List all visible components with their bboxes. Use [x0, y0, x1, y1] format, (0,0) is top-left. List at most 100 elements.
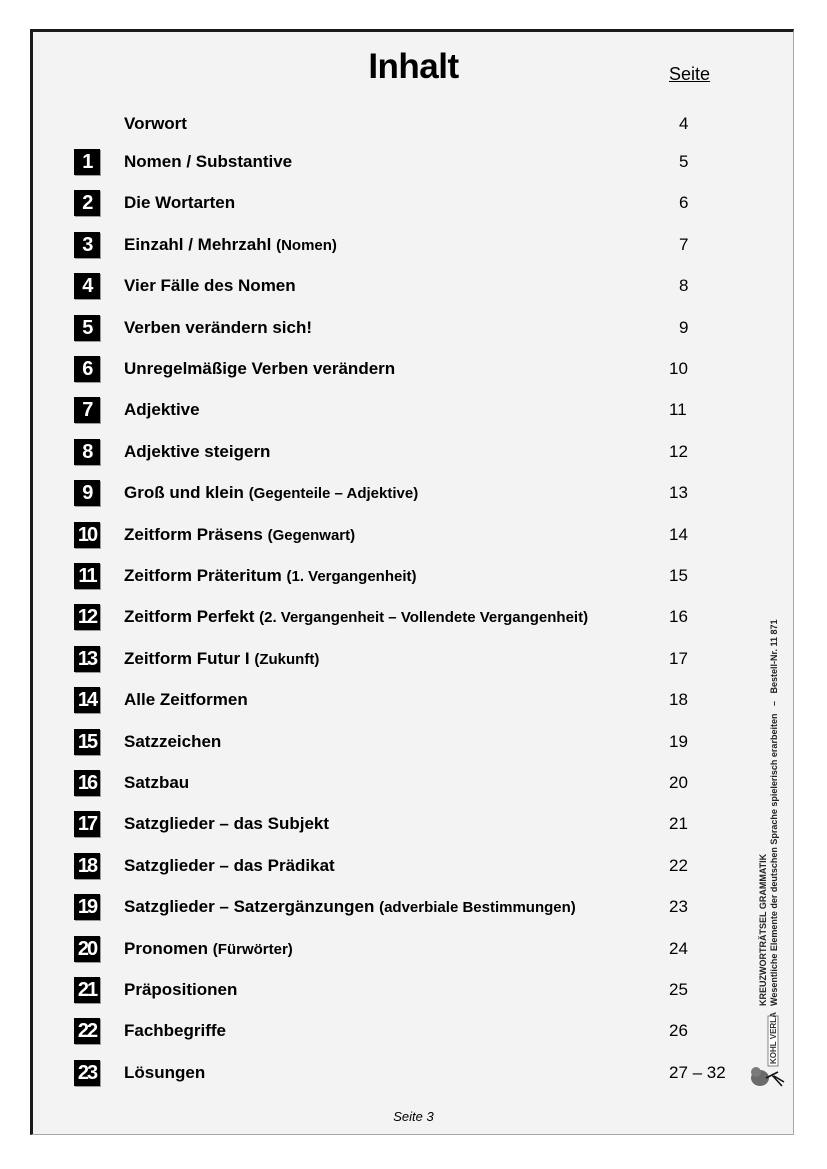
toc-entry-page: 20 [669, 773, 688, 792]
toc-row[interactable]: 1 Nomen / Substantive 5 [0, 149, 827, 177]
toc-entry-title: Satzglieder – das Subjekt [124, 814, 330, 834]
chapter-number-badge: 10 [74, 521, 100, 548]
toc-row[interactable]: 14 Alle Zeitformen 18 [0, 687, 827, 715]
toc-entry-title: Alle Zeitformen [124, 690, 248, 710]
chapter-number-badge: 13 [74, 645, 100, 672]
toc-entry-page: 16 [669, 607, 688, 627]
separator: – [769, 701, 779, 707]
toc-entry-subtitle: (Zukunft) [254, 650, 320, 668]
toc-entry-subtitle: (Gegenwart) [267, 526, 356, 544]
toc-entry-title-line: Pronomen (Fürwörter) [124, 939, 293, 960]
toc-entry-page: 18 [669, 690, 688, 710]
chapter-number-badge: 22 [74, 1018, 100, 1045]
toc-entry-title-line: Adjektive [124, 400, 200, 420]
toc-entry-page: 24 [669, 938, 688, 958]
toc-entry-title: Präpositionen [124, 980, 238, 999]
tree-icon: KOHL VERLAG [751, 1006, 785, 1087]
toc-entry-page: 23 [669, 897, 688, 917]
toc-row[interactable]: 8 Adjektive steigern 12 [0, 438, 827, 467]
series-subtitle: Wesentliche Elemente der deutschen Sprac… [769, 713, 779, 1006]
publisher-logo: KOHL VERLAG [748, 1006, 786, 1090]
toc-entry-title: Adjektive steigern [124, 441, 271, 461]
chapter-number-badge: 11 [74, 563, 100, 589]
toc-row[interactable]: 15 Satzzeichen 19 [0, 728, 827, 757]
toc-row[interactable]: 12 Zeitform Perfekt (2. Vergangenheit – V… [0, 604, 827, 632]
chapter-number-badge: 8 [74, 438, 100, 465]
toc-entry-title-line: Lösungen [124, 1063, 205, 1083]
toc-entry-page: 17 [669, 648, 688, 668]
toc-entry-page: 26 [669, 1021, 688, 1041]
toc-entry-page: 9 [679, 317, 689, 337]
toc-entry-title-line: Satzglieder – Satzergänzungen (adverbial… [124, 897, 576, 918]
chapter-number-badge: 3 [74, 231, 100, 258]
toc-row[interactable]: 22 Fachbegriffe 26 [0, 1018, 827, 1046]
toc-row[interactable]: 6 Unregelmäßige Verben verändern 10 [0, 356, 827, 384]
order-number: Bestell-Nr. 11 871 [769, 619, 779, 694]
page-column-header: Seite [669, 64, 711, 84]
toc-row[interactable]: 13 Zeitform Futur I (Zukunft) 17 [0, 645, 827, 674]
toc-entry-title-line: Fachbegriffe [124, 1021, 226, 1041]
toc-row[interactable]: 19 Satzglieder – Satzergänzungen (adverbi… [0, 894, 827, 922]
chapter-number-badge: 4 [74, 273, 100, 300]
toc-row[interactable]: 18 Satzglieder – das Prädikat 22 [0, 852, 827, 881]
toc-entry-subtitle: (1. Vergangenheit) [286, 568, 417, 585]
toc-row[interactable]: 23 Lösungen 27 – 32 [0, 1059, 827, 1088]
toc-entry-subtitle: (Fürwörter) [212, 940, 293, 958]
toc-entry-title: Zeitform Präteritum [124, 566, 282, 585]
toc-entry-title-line: Groß und klein (Gegenteile – Adjektive) [124, 483, 418, 504]
toc-entry-title-line: Zeitform Präsens (Gegenwart) [124, 525, 355, 546]
toc-entry-title: Zeitform Perfekt [124, 607, 255, 627]
publisher-sidebar-text: KREUZWORTRÄTSEL GRAMMATIK Wesentliche El… [758, 619, 780, 1006]
toc-entry-title-line: Nomen / Substantive [124, 152, 292, 172]
toc-entry-page: 5 [679, 152, 689, 171]
toc-row-preface[interactable]: Vorwort 4 [0, 111, 827, 139]
toc-entry-title: Adjektive [124, 400, 200, 420]
toc-row[interactable]: 3 Einzahl / Mehrzahl (Nomen) 7 [0, 231, 827, 260]
toc-entry-title-line: Präpositionen [124, 980, 237, 1000]
page-number-footer: Seite 3 [393, 1109, 434, 1124]
toc-entry-title: Lösungen [124, 1062, 206, 1082]
toc-row[interactable]: 5 Verben verändern sich! 9 [0, 314, 827, 343]
toc-entry-page: 7 [679, 234, 689, 254]
toc-entry-title-line: Verben verändern sich! [124, 318, 312, 338]
toc-row[interactable]: 20 Pronomen (Fürwörter) 24 [0, 935, 827, 964]
chapter-number-badge: 12 [74, 604, 100, 631]
toc-entry-title-line: Einzahl / Mehrzahl (Nomen) [124, 235, 337, 256]
chapter-number-badge: 19 [74, 894, 100, 921]
toc-row[interactable]: 7 Adjektive 11 [0, 397, 827, 425]
toc-entry-title: Satzzeichen [124, 731, 222, 751]
chapter-number-badge: 23 [74, 1059, 100, 1086]
toc-row[interactable]: 2 Die Wortarten 6 [0, 190, 827, 218]
chapter-number-badge: 5 [74, 314, 100, 341]
toc-row[interactable]: 21 Präpositionen 25 [0, 977, 827, 1005]
series-title: KREUZWORTRÄTSEL GRAMMATIK [758, 853, 768, 1006]
toc-entry-title: Satzglieder – das Prädikat [124, 855, 335, 875]
chapter-number-badge: 6 [74, 356, 100, 382]
chapter-number-badge: 15 [74, 728, 100, 755]
chapter-number-badge: 17 [74, 811, 100, 838]
toc-entry-subtitle: (2. Vergangenheit – Vollendete Vergangen… [259, 609, 589, 627]
toc-entry-title-line: Die Wortarten [124, 193, 235, 213]
toc-entry-subtitle: (adverbiale Bestimmungen) [379, 899, 576, 917]
toc-entry-title-line: Satzzeichen [124, 732, 221, 752]
toc-entry-title-line: Satzglieder – das Subjekt [124, 814, 329, 834]
toc-row[interactable]: 17 Satzglieder – das Subjekt 21 [0, 811, 827, 839]
toc-row[interactable]: 11 Zeitform Präteritum (1. Vergangenheit)… [0, 563, 827, 591]
toc-row[interactable]: 4 Vier Fälle des Nomen 8 [0, 273, 827, 301]
toc-row[interactable]: 16 Satzbau 20 [0, 770, 827, 798]
toc-entry-title-line: Zeitform Perfekt (2. Vergangenheit – Vol… [124, 607, 588, 628]
toc-row[interactable]: 9 Groß und klein (Gegenteile – Adjektive)… [0, 480, 827, 508]
toc-entry-title: Pronomen [124, 938, 209, 958]
chapter-number-badge: 7 [74, 397, 100, 424]
chapter-number-badge: 16 [74, 770, 100, 796]
toc-entry-page: 15 [669, 566, 688, 585]
toc-entry-title: Die Wortarten [124, 193, 236, 213]
toc-entry-title: Fachbegriffe [124, 1021, 227, 1041]
toc-row[interactable]: 10 Zeitform Präsens (Gegenwart) 14 [0, 521, 827, 550]
chapter-number-badge: 14 [74, 687, 100, 714]
toc-entry-title: Zeitform Futur I [124, 648, 250, 668]
toc-entry-page: 22 [669, 855, 688, 875]
toc-entry-title: Unregelmäßige Verben verändern [124, 359, 396, 378]
toc-entry-title: Vier Fälle des Nomen [124, 276, 296, 296]
toc-entry-title: Verben verändern sich! [124, 317, 313, 337]
